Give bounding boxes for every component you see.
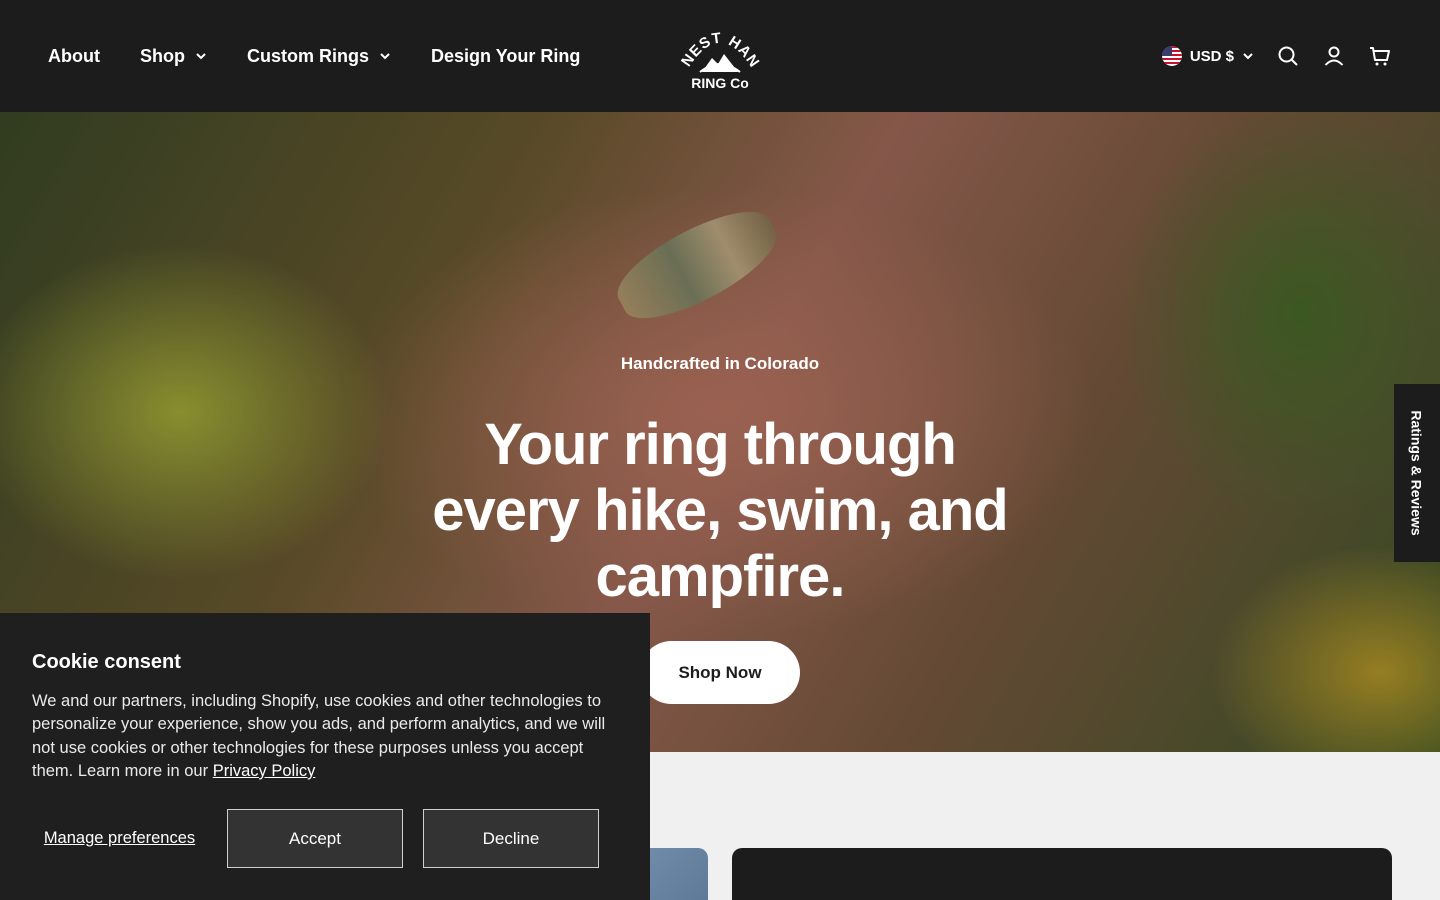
chevron-down-icon: [196, 53, 206, 60]
privacy-policy-link[interactable]: Privacy Policy: [213, 762, 316, 780]
logo-text-bottom: RING Co: [691, 75, 749, 91]
cookie-body-text: We and our partners, including Shopify, …: [32, 692, 606, 780]
nav-shop-label: Shop: [139, 45, 185, 66]
nav-about[interactable]: About: [48, 46, 100, 67]
decline-button[interactable]: Decline: [423, 809, 599, 868]
cookie-title: Cookie consent: [32, 651, 181, 673]
nav-shop[interactable]: Shop: [140, 46, 207, 67]
nav-custom-rings-label: Custom Rings: [246, 45, 369, 66]
feature-card[interactable]: [732, 848, 1392, 900]
shop-now-button[interactable]: Shop Now: [640, 641, 800, 704]
header-actions: USD $: [1161, 0, 1392, 112]
cookie-actions: Manage preferences Accept Decline: [32, 809, 599, 868]
cart-icon[interactable]: [1368, 44, 1392, 68]
cookie-body: We and our partners, including Shopify, …: [32, 690, 618, 783]
nav-design-your-ring-label: Design Your Ring: [431, 45, 581, 66]
site-logo[interactable]: HONEST HANDS RING Co: [672, 22, 768, 92]
currency-selector[interactable]: USD $: [1161, 46, 1254, 66]
site-header: About Shop Custom Rings Design Your Ring…: [0, 0, 1440, 112]
accept-button[interactable]: Accept: [227, 809, 403, 868]
currency-label: USD $: [1189, 47, 1234, 65]
nav-about-label: About: [48, 45, 100, 66]
hero-headline: Your ring through every hike, swim, and …: [432, 412, 1008, 609]
nav-custom-rings[interactable]: Custom Rings: [247, 46, 391, 67]
account-icon[interactable]: [1322, 44, 1346, 68]
ratings-reviews-label: Ratings & Reviews: [1409, 410, 1426, 536]
us-flag-icon: [1161, 46, 1182, 66]
nav-design-your-ring[interactable]: Design Your Ring: [431, 46, 580, 67]
manage-preferences-button[interactable]: Manage preferences: [32, 809, 207, 868]
ratings-reviews-tab[interactable]: Ratings & Reviews: [1394, 384, 1440, 562]
search-icon[interactable]: [1276, 44, 1300, 68]
chevron-down-icon: [380, 53, 390, 60]
main-nav: About Shop Custom Rings Design Your Ring: [48, 0, 580, 112]
cookie-consent-banner: Cookie consent We and our partners, incl…: [0, 613, 650, 900]
chevron-down-icon: [1243, 53, 1253, 60]
hero-eyebrow: Handcrafted in Colorado: [620, 354, 820, 373]
